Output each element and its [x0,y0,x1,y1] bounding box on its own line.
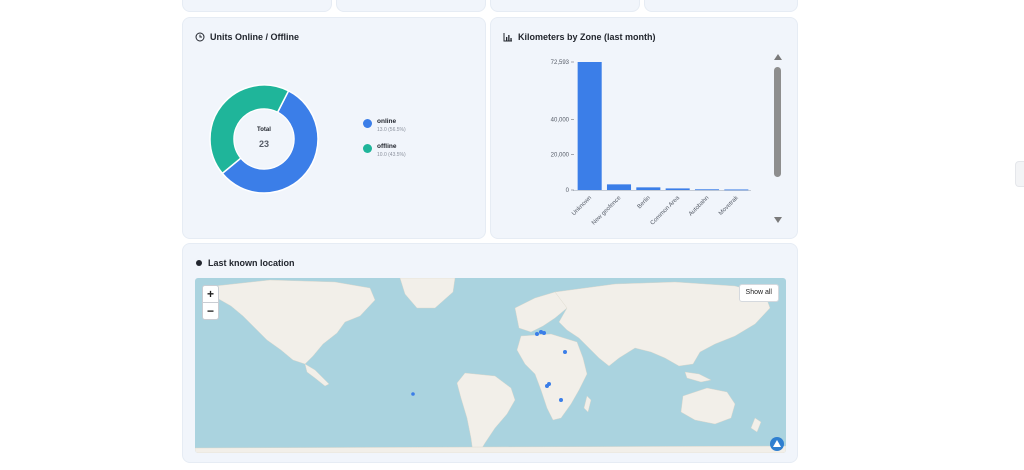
x-tick-label: Autobahn [688,195,710,217]
kilometers-by-zone-card: Kilometers by Zone (last month) 0 20,000 4… [490,17,798,239]
map-markers [411,330,567,402]
x-tick-label: New geofence [591,195,623,227]
y-tick-label: 72,593 [551,60,570,66]
location-dot-icon [196,260,202,266]
map-marker [535,332,539,336]
bar-berlin[interactable] [636,187,661,190]
scroll-down-arrow-icon[interactable] [773,216,783,224]
chart-scrollbar[interactable] [773,53,783,225]
units-card-header: Units Online / Offline [195,32,299,42]
top-card-4 [644,0,798,12]
zoom-in-button[interactable]: + [203,286,218,302]
x-tick-label: Common Area [650,195,682,227]
units-online-offline-card: Units Online / Offline Total 23 online 1… [182,17,486,239]
legend-label-offline: offline [377,143,397,150]
clock-icon [195,32,205,42]
zoom-control: + − [202,285,219,320]
x-tick-label: Movetrak [718,194,740,216]
legend-dot-offline [363,144,372,153]
world-map[interactable]: + − Show all [195,278,786,453]
bar-new-geofence[interactable] [606,184,632,190]
top-card-3 [490,0,640,12]
km-bar-chart: 0 20,000 40,000 72,593 UnknownNew geofence B… [551,60,751,227]
map-marker [559,398,563,402]
bar-x-labels: UnknownNew geofence BerlinCommon Area Auto… [571,194,740,226]
map-marker [542,331,546,335]
map-marker [563,350,567,354]
y-tick-label: 0 [566,188,570,194]
side-panel-tab[interactable] [1015,161,1024,187]
x-tick-label: Unknown [571,195,593,217]
y-tick-label: 20,000 [551,153,570,159]
donut-total-value: 23 [258,139,269,149]
donut-total-label: Total [257,127,271,133]
legend-value-offline: 10.0 (43.5%) [377,152,406,158]
legend-dot-online [363,119,372,128]
show-all-button[interactable]: Show all [738,284,779,302]
bar-marks [577,62,749,191]
location-card-title: Last known location [208,258,295,268]
map-marker [411,392,415,396]
map-logo-icon [770,437,784,451]
x-tick-label: Berlin [637,195,652,210]
scrollbar-thumb[interactable] [774,67,781,177]
map-marker [545,384,549,388]
top-card-2 [336,0,486,12]
legend-value-online: 13.0 (56.5%) [377,127,406,133]
units-card-title: Units Online / Offline [210,32,300,42]
bar-movetrak[interactable] [724,189,749,191]
bar-unknown[interactable] [577,62,602,190]
bar-autobahn[interactable] [694,189,720,191]
y-tick-label: 40,000 [551,117,570,123]
legend-label-online: online [377,118,397,125]
top-card-1 [182,0,332,12]
location-card-header: Last known location [195,258,295,268]
bar-y-ticks: 0 20,000 40,000 72,593 [551,60,574,194]
bar-common-area[interactable] [665,188,690,190]
scroll-up-arrow-icon[interactable] [773,53,783,61]
last-known-location-card: Last known location + − Show all [182,243,798,463]
zoom-out-button[interactable]: − [203,303,218,319]
